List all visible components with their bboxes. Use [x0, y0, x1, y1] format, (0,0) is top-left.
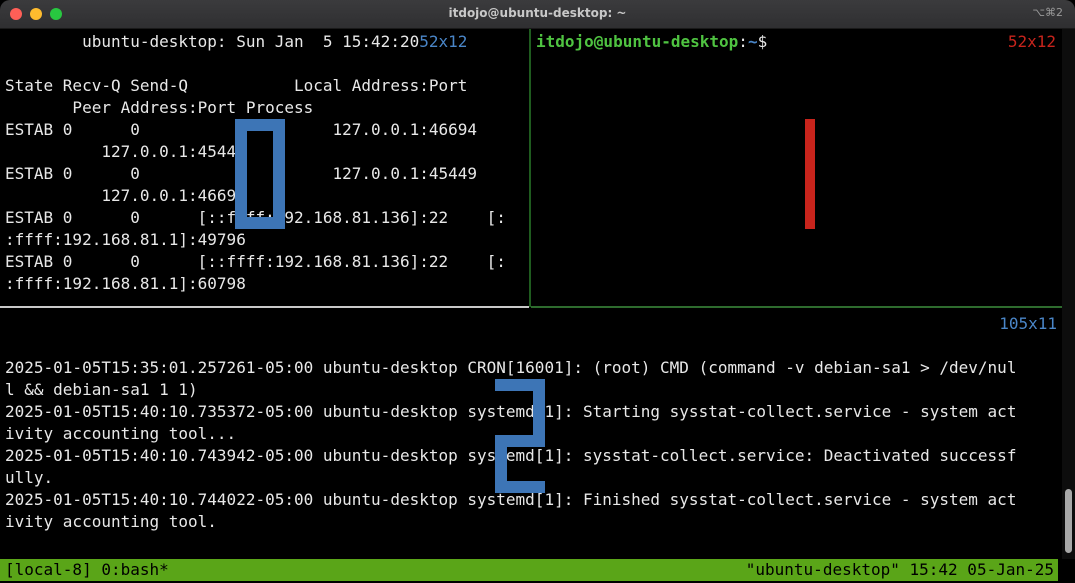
log-line: 2025-01-05T15:40:10.743942-05:00 ubuntu-… [5, 446, 1017, 465]
pane-size-indicator: 105x11 [999, 314, 1057, 333]
output-line: :ffff:192.168.81.1]:49796 [5, 230, 246, 249]
scrollbar[interactable] [1062, 29, 1075, 559]
pane-divider-vertical[interactable] [529, 29, 531, 307]
prompt-separator: : [738, 32, 748, 51]
pane-size-indicator: 52x12 [419, 32, 468, 51]
log-line: 2025-01-05T15:35:01.257261-05:00 ubuntu-… [5, 358, 1017, 377]
pane-right[interactable]: itdojo@ubuntu-desktop:~$ 52x12 [536, 31, 1056, 307]
log-line: ivity accounting tool. [5, 512, 217, 531]
prompt-end: $ [757, 32, 768, 51]
terminal-area[interactable]: ubuntu-desktop: Sun Jan 5 15:42:2052x12 … [0, 29, 1062, 559]
clock-text: ubuntu-desktop: Sun Jan 5 15:42:20 [5, 32, 420, 51]
pane-divider-horizontal-active[interactable] [531, 306, 1062, 308]
prompt-user: itdojo@ubuntu-desktop [536, 32, 739, 51]
pane-size-indicator: 52x12 [1007, 32, 1056, 51]
active-pane-cursor [805, 119, 815, 229]
output-line: Peer Address:Port Process [5, 98, 314, 117]
prompt-line: itdojo@ubuntu-desktop:~$ [536, 31, 1056, 53]
prompt-path: ~ [747, 32, 758, 51]
output-line: ESTAB 0 0 [::ffff:192.168.81.136]:22 [: [5, 252, 506, 271]
status-session-window[interactable]: [local-8] 0:bash* [5, 559, 169, 581]
window-shortcut: ⌥⌘2 [1032, 6, 1063, 19]
output-line: State Recv-Q Send-Q Local Address:Port [5, 76, 468, 95]
clock-line: ubuntu-desktop: Sun Jan 5 15:42:2052x12 [5, 31, 528, 53]
scrollbar-thumb[interactable] [1065, 489, 1072, 553]
pane-divider-horizontal[interactable] [0, 306, 529, 308]
tmux-status-bar: [local-8] 0:bash* "ubuntu-desktop" 15:42… [0, 559, 1058, 581]
log-line: 2025-01-05T15:40:10.735372-05:00 ubuntu-… [5, 402, 1017, 421]
output-line: :ffff:192.168.81.1]:60798 [5, 274, 246, 293]
window-titlebar[interactable]: itdojo@ubuntu-desktop: ~ ⌥⌘2 [0, 0, 1075, 29]
window-title: itdojo@ubuntu-desktop: ~ [448, 6, 627, 20]
status-host-clock: "ubuntu-desktop" 15:42 05-Jan-25 [745, 560, 1054, 579]
